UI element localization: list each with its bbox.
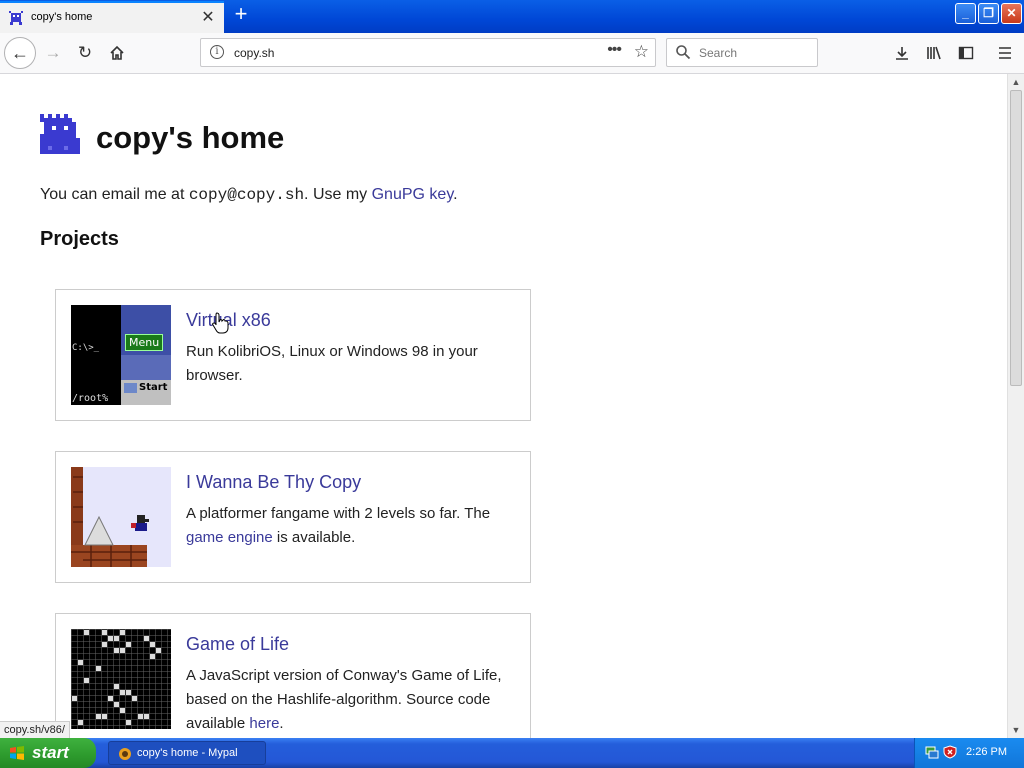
virtual-x86-description: Run KolibriOS, Linux or Windows 98 in yo…	[186, 343, 478, 384]
scroll-up-icon[interactable]: ▲	[1008, 74, 1024, 90]
i-wanna-be-thy-copy-thumbnail[interactable]	[71, 467, 171, 567]
search-box[interactable]	[666, 38, 818, 67]
nav-toolbar: ← → ↻ i copy.sh ••• ☆	[0, 33, 1024, 74]
gnupg-key-link[interactable]: GnuPG key	[372, 186, 454, 203]
windows-flag-icon	[10, 746, 24, 760]
game-of-life-description: A JavaScript version of Conway's Game of…	[186, 664, 521, 736]
intro-suffix: .	[453, 186, 458, 203]
sidebar-button[interactable]	[951, 38, 981, 68]
project-card-game-of-life: Game of Life A JavaScript version of Con…	[55, 613, 531, 738]
tab-title: copy's home	[31, 11, 93, 23]
back-button[interactable]: ←	[4, 37, 36, 69]
intro-prefix: You can email me at	[40, 186, 189, 203]
source-code-here-link[interactable]: here	[249, 715, 279, 732]
url-bar[interactable]: i copy.sh ••• ☆	[200, 38, 656, 67]
forward-button[interactable]: →	[38, 38, 68, 68]
email-address: copy@copy.sh	[188, 186, 305, 204]
i-wanna-be-thy-copy-link[interactable]: I Wanna Be Thy Copy	[186, 472, 361, 493]
hamburger-menu-icon	[999, 47, 1011, 59]
virtual-x86-thumbnail[interactable]: C:\>_ /root% Menu Start	[71, 305, 171, 405]
game-engine-link[interactable]: game engine	[186, 529, 273, 546]
page-content: copy's home You can email me at copy@cop…	[0, 74, 1007, 738]
project-card-i-wanna-be-thy-copy: I Wanna Be Thy Copy A platformer fangame…	[55, 451, 531, 583]
downloads-button[interactable]	[887, 38, 917, 68]
site-favicon-icon	[9, 11, 23, 25]
menu-button[interactable]	[990, 38, 1020, 68]
reload-button[interactable]: ↻	[70, 38, 100, 68]
intro-text: You can email me at copy@copy.sh. Use my…	[40, 186, 458, 204]
scroll-down-icon[interactable]: ▼	[1008, 722, 1024, 738]
library-icon	[927, 46, 941, 60]
library-button[interactable]	[919, 38, 949, 68]
info-icon[interactable]: i	[210, 45, 224, 59]
clock: 2:26 PM	[966, 746, 1007, 758]
thumb-start: Start	[139, 382, 168, 393]
start-button[interactable]: start	[0, 738, 96, 768]
download-icon	[896, 47, 908, 60]
thumb-menu: Menu	[125, 334, 164, 351]
i-wanna-be-thy-copy-description: A platformer fangame with 2 levels so fa…	[186, 502, 521, 550]
windows-taskbar: start copy's home - Mypal 2:26 PM	[0, 738, 1024, 768]
page-title: copy's home	[96, 120, 285, 155]
page-actions-icon[interactable]: •••	[607, 41, 622, 59]
hand-cursor-icon	[212, 312, 229, 334]
start-label: start	[32, 743, 69, 762]
thumb-prompt: C:\>_	[72, 343, 100, 353]
maximize-button[interactable]: ❐	[978, 3, 999, 24]
url-text: copy.sh	[234, 46, 275, 60]
page-scrollbar[interactable]: ▲ ▼	[1007, 74, 1024, 738]
home-icon	[110, 45, 124, 60]
mypal-icon	[119, 748, 131, 760]
search-input[interactable]	[697, 43, 811, 63]
intro-middle: . Use my	[304, 186, 372, 203]
tab-close-icon[interactable]: ✕	[199, 7, 217, 27]
taskbar-item-mypal[interactable]: copy's home - Mypal	[108, 741, 266, 765]
window-titlebar: copy's home ✕ + _ ❐ ✕	[0, 0, 1024, 33]
minimize-button[interactable]: _	[955, 3, 976, 24]
security-shield-icon[interactable]	[943, 745, 957, 759]
close-window-button[interactable]: ✕	[1001, 3, 1022, 24]
project-card-virtual-x86: C:\>_ /root% Menu Start Virtual x86 Run …	[55, 289, 531, 421]
new-tab-icon[interactable]: +	[230, 3, 252, 26]
desc-suffix: .	[279, 715, 284, 732]
taskbar-item-label: copy's home - Mypal	[137, 747, 238, 759]
projects-heading: Projects	[40, 228, 119, 250]
network-tray-icon[interactable]	[925, 745, 939, 759]
game-of-life-link[interactable]: Game of Life	[186, 634, 289, 655]
game-of-life-thumbnail[interactable]	[71, 629, 171, 729]
home-button[interactable]	[102, 38, 132, 68]
invader-logo-icon	[40, 114, 80, 154]
sidebar-icon	[958, 46, 974, 60]
desc-prefix: A platformer fangame with 2 levels so fa…	[186, 505, 491, 522]
bookmark-star-icon[interactable]: ☆	[634, 42, 649, 62]
desc-suffix: is available.	[272, 529, 356, 546]
thumb-root: /root%	[72, 393, 109, 404]
system-tray: 2:26 PM	[914, 738, 1024, 768]
desc-prefix: A JavaScript version of Conway's Game of…	[186, 667, 502, 732]
browser-tab[interactable]: copy's home ✕	[0, 1, 224, 33]
scrollbar-thumb[interactable]	[1010, 90, 1022, 386]
search-icon	[676, 45, 691, 60]
